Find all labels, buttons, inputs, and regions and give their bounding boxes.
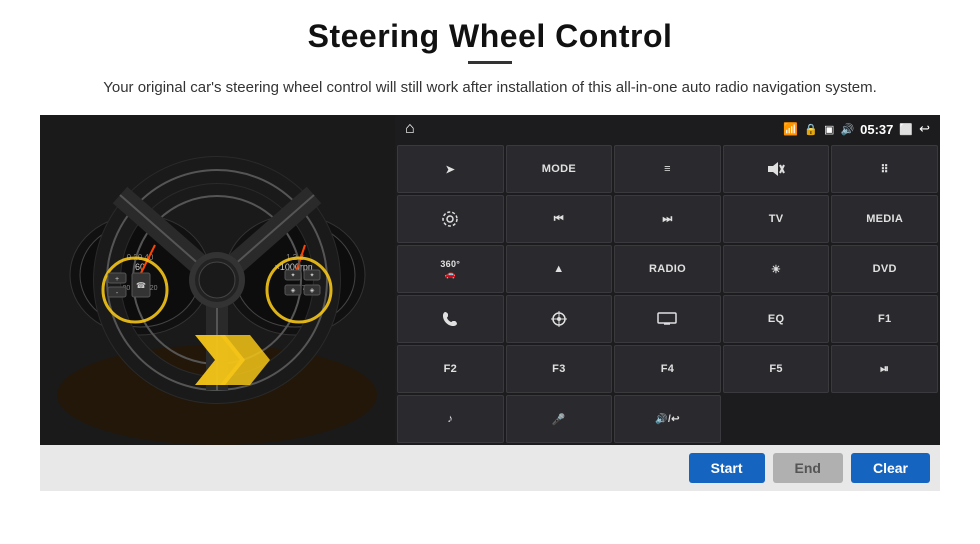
svg-text:✦: ✦ xyxy=(290,272,295,279)
steering-wheel-image: 0 20 40 60 80 100 120 1 2 3 ×1000rpm 4 5… xyxy=(40,115,395,445)
svg-text:◈: ◈ xyxy=(291,288,296,294)
content-area: 0 20 40 60 80 100 120 1 2 3 ×1000rpm 4 5… xyxy=(40,115,940,445)
sd-icon: ▣ xyxy=(824,123,834,136)
bt-icon: 🔊 xyxy=(840,123,854,136)
btn-next[interactable]: ⏭ xyxy=(614,195,721,243)
status-right: 📶 🔒 ▣ 🔊 05:37 ⬜ ↩ xyxy=(783,121,930,137)
lock-icon: 🔒 xyxy=(804,123,818,136)
wifi-icon: 📶 xyxy=(783,122,798,136)
btn-f4[interactable]: F4 xyxy=(614,345,721,393)
btn-mute[interactable] xyxy=(723,145,830,193)
btn-dvd[interactable]: DVD xyxy=(831,245,938,293)
btn-music[interactable]: ♪ xyxy=(397,395,504,443)
home-icon[interactable]: ⌂ xyxy=(405,120,415,138)
btn-f5[interactable]: F5 xyxy=(723,345,830,393)
end-button[interactable]: End xyxy=(773,453,843,483)
btn-vol-call[interactable]: 🔊/↩ xyxy=(614,395,721,443)
btn-brightness[interactable]: ☀ xyxy=(723,245,830,293)
btn-mode[interactable]: MODE xyxy=(506,145,613,193)
btn-radio[interactable]: RADIO xyxy=(614,245,721,293)
svg-text:☎: ☎ xyxy=(136,281,146,290)
title-divider xyxy=(468,61,512,64)
btn-list[interactable]: ≡ xyxy=(614,145,721,193)
btn-f3[interactable]: F3 xyxy=(506,345,613,393)
button-grid: ➤ MODE ≡ ⠿ ⏮ xyxy=(395,143,940,445)
btn-empty2 xyxy=(831,395,938,443)
status-bar: ⌂ 📶 🔒 ▣ 🔊 05:37 ⬜ ↩ xyxy=(395,115,940,143)
btn-phone[interactable] xyxy=(397,295,504,343)
svg-text:✦: ✦ xyxy=(309,272,314,279)
btn-f1[interactable]: F1 xyxy=(831,295,938,343)
clear-button[interactable]: Clear xyxy=(851,453,930,483)
screen-icon: ⬜ xyxy=(899,123,913,136)
svg-text:◈: ◈ xyxy=(310,288,315,294)
head-unit-panel: ⌂ 📶 🔒 ▣ 🔊 05:37 ⬜ ↩ ➤ MODE ≡ xyxy=(395,115,940,445)
page-title: Steering Wheel Control xyxy=(308,18,673,55)
action-bar: Start End Clear xyxy=(40,445,940,491)
status-time: 05:37 xyxy=(860,122,893,137)
btn-display[interactable] xyxy=(614,295,721,343)
btn-gps[interactable] xyxy=(506,295,613,343)
btn-tv[interactable]: TV xyxy=(723,195,830,243)
btn-settings[interactable] xyxy=(397,195,504,243)
btn-f2[interactable]: F2 xyxy=(397,345,504,393)
page: Steering Wheel Control Your original car… xyxy=(0,0,980,544)
btn-eq[interactable]: EQ xyxy=(723,295,830,343)
btn-playpause[interactable]: ⏯ xyxy=(831,345,938,393)
svg-text:+: + xyxy=(115,276,119,283)
btn-media[interactable]: MEDIA xyxy=(831,195,938,243)
btn-eject[interactable]: ▲ xyxy=(506,245,613,293)
page-subtitle: Your original car's steering wheel contr… xyxy=(103,76,877,99)
btn-apps[interactable]: ⠿ xyxy=(831,145,938,193)
btn-empty1 xyxy=(723,395,830,443)
btn-mic[interactable]: 🎤 xyxy=(506,395,613,443)
btn-360[interactable]: 360°🚗 xyxy=(397,245,504,293)
back-icon[interactable]: ↩ xyxy=(919,121,930,137)
start-button[interactable]: Start xyxy=(689,453,765,483)
btn-prev[interactable]: ⏮ xyxy=(506,195,613,243)
btn-nav[interactable]: ➤ xyxy=(397,145,504,193)
